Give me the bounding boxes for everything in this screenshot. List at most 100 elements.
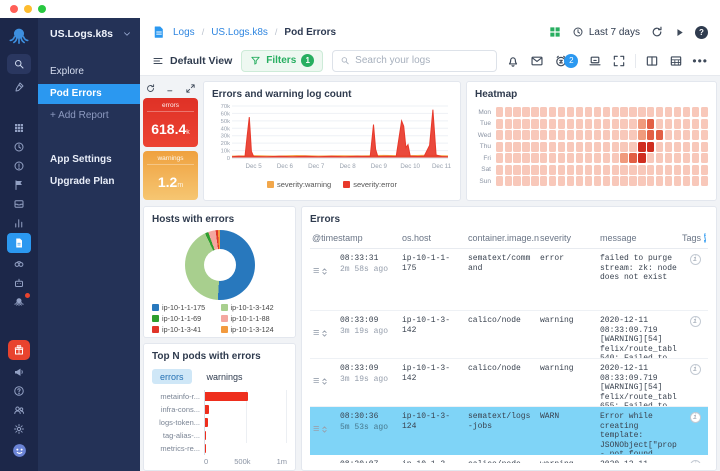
heatmap-cell[interactable] — [594, 107, 601, 117]
row-drag-handle[interactable]: ≡ — [310, 422, 340, 436]
chatbot-icon[interactable] — [7, 439, 31, 461]
heatmap-cell[interactable] — [701, 119, 708, 129]
heatmap-cell[interactable] — [647, 130, 654, 140]
heatmap-cell[interactable] — [496, 153, 503, 163]
heatmap-cell[interactable] — [647, 176, 654, 186]
heatmap-cell[interactable] — [665, 165, 672, 175]
col-tags[interactable]: Tagsi — [682, 233, 708, 243]
heatmap-cell[interactable] — [701, 153, 708, 163]
row-sort-icon[interactable] — [320, 267, 329, 276]
donut-legend-item[interactable]: ip-10-1-1-88 — [221, 314, 288, 323]
heatmap-cell[interactable] — [522, 130, 529, 140]
heatmap-cell[interactable] — [558, 107, 565, 117]
heatmap-cell[interactable] — [513, 130, 520, 140]
gear-icon[interactable] — [7, 420, 31, 437]
heatmap-cell[interactable] — [549, 130, 556, 140]
row-info-icon[interactable]: i — [690, 412, 701, 423]
heatmap-cell[interactable] — [647, 142, 654, 152]
heatmap-cell[interactable] — [638, 176, 645, 186]
heatmap-cell[interactable] — [585, 165, 592, 175]
heatmap-cell[interactable] — [656, 130, 663, 140]
log-table-row[interactable]: ≡08:33:093m 19s agoip-10-1-3-142calico/n… — [310, 359, 708, 407]
heatmap-cell[interactable] — [540, 119, 547, 129]
heatmap-cell[interactable] — [612, 165, 619, 175]
time-range-picker[interactable]: Last 7 days — [572, 26, 640, 38]
heatmap-cell[interactable] — [603, 119, 610, 129]
heatmap-cell[interactable] — [558, 153, 565, 163]
heatmap-cell[interactable] — [576, 130, 583, 140]
heatmap-cell[interactable] — [558, 142, 565, 152]
heatmap-cell[interactable] — [692, 130, 699, 140]
heatmap-cell[interactable] — [558, 165, 565, 175]
heatmap-cell[interactable] — [549, 176, 556, 186]
heatmap-cell[interactable] — [576, 107, 583, 117]
gift-icon[interactable] — [8, 340, 30, 360]
heatmap-cell[interactable] — [665, 153, 672, 163]
logs-doc-icon[interactable] — [7, 233, 31, 253]
heatmap-cell[interactable] — [567, 153, 574, 163]
heatmap-cell[interactable] — [674, 130, 681, 140]
heatmap-cell[interactable] — [620, 119, 627, 129]
heatmap-cell[interactable] — [531, 176, 538, 186]
heatmap-cell[interactable] — [620, 142, 627, 152]
heatmap-cell[interactable] — [638, 165, 645, 175]
donut-legend-item[interactable]: ip-10-1-3-142 — [221, 303, 288, 312]
heatmap-cell[interactable] — [692, 165, 699, 175]
heatmap-cell[interactable] — [701, 176, 708, 186]
grid-icon[interactable] — [7, 119, 31, 136]
log-table-row[interactable]: ≡08:33:093m 19s agoip-10-1-3-142calico/n… — [310, 311, 708, 359]
search-input[interactable] — [355, 55, 489, 66]
heatmap-cell[interactable] — [603, 165, 610, 175]
heatmap-cell[interactable] — [603, 142, 610, 152]
col-message[interactable]: message — [600, 233, 682, 243]
heatmap-cell[interactable] — [674, 142, 681, 152]
minimize-window-button[interactable] — [24, 5, 32, 13]
heatmap-cell[interactable] — [638, 130, 645, 140]
col-container-image[interactable]: container.image.n — [468, 233, 540, 243]
heatmap-cell[interactable] — [629, 107, 636, 117]
heatmap-cell[interactable] — [683, 176, 690, 186]
heatmap-cell[interactable] — [513, 165, 520, 175]
default-view-button[interactable]: Default View — [152, 55, 232, 67]
heatmap-cell[interactable] — [522, 107, 529, 117]
heatmap-cell[interactable] — [505, 165, 512, 175]
heatmap-cell[interactable] — [585, 176, 592, 186]
breadcrumb-app[interactable]: US.Logs.k8s — [211, 27, 268, 38]
legend-item[interactable]: severity:warning — [267, 180, 331, 189]
heatmap-cell[interactable] — [701, 165, 708, 175]
logo-icon[interactable] — [7, 23, 31, 49]
heatmap-cell[interactable] — [603, 130, 610, 140]
heatmap-cell[interactable] — [505, 153, 512, 163]
log-table-row[interactable]: ≡08:33:312m 58s agoip-10-1-1-175sematext… — [310, 249, 708, 311]
megaphone-icon[interactable] — [7, 363, 31, 380]
heatmap-cell[interactable] — [496, 142, 503, 152]
sidebar-item-upgrade-plan[interactable]: Upgrade Plan — [38, 172, 140, 192]
heatmap-cell[interactable] — [585, 142, 592, 152]
log-table-row[interactable]: ≡08:30:076m 22s agoip-10-1-3-142calico/n… — [310, 455, 708, 463]
heatmap-cell[interactable] — [567, 165, 574, 175]
heatmap-cell[interactable] — [656, 165, 663, 175]
tags-info-icon[interactable]: i — [704, 233, 706, 243]
donut-legend-item[interactable]: ip-10-1-3-41 — [152, 325, 219, 334]
donut-legend-item[interactable]: ip-10-1-3-124 — [221, 325, 288, 334]
heatmap-cell[interactable] — [620, 153, 627, 163]
heatmap-cell[interactable] — [513, 119, 520, 129]
heatmap-cell[interactable] — [576, 142, 583, 152]
heatmap-cell[interactable] — [513, 107, 520, 117]
row-info-icon[interactable]: i — [690, 316, 701, 327]
compare-icon[interactable] — [7, 255, 31, 272]
more-options-button[interactable]: ••• — [692, 56, 708, 66]
heatmap-cell[interactable] — [620, 130, 627, 140]
row-drag-handle[interactable]: ≡ — [310, 264, 340, 278]
heatmap-cell[interactable] — [665, 119, 672, 129]
heatmap-cell[interactable] — [567, 119, 574, 129]
row-drag-handle[interactable]: ≡ — [310, 374, 340, 388]
heatmap-cell[interactable] — [612, 107, 619, 117]
heatmap-cell[interactable] — [674, 153, 681, 163]
heatmap-cell[interactable] — [567, 107, 574, 117]
heatmap-cell[interactable] — [549, 165, 556, 175]
bar[interactable] — [205, 418, 208, 427]
heatmap-cell[interactable] — [692, 107, 699, 117]
heatmap-cell[interactable] — [674, 119, 681, 129]
heatmap-cell[interactable] — [701, 142, 708, 152]
